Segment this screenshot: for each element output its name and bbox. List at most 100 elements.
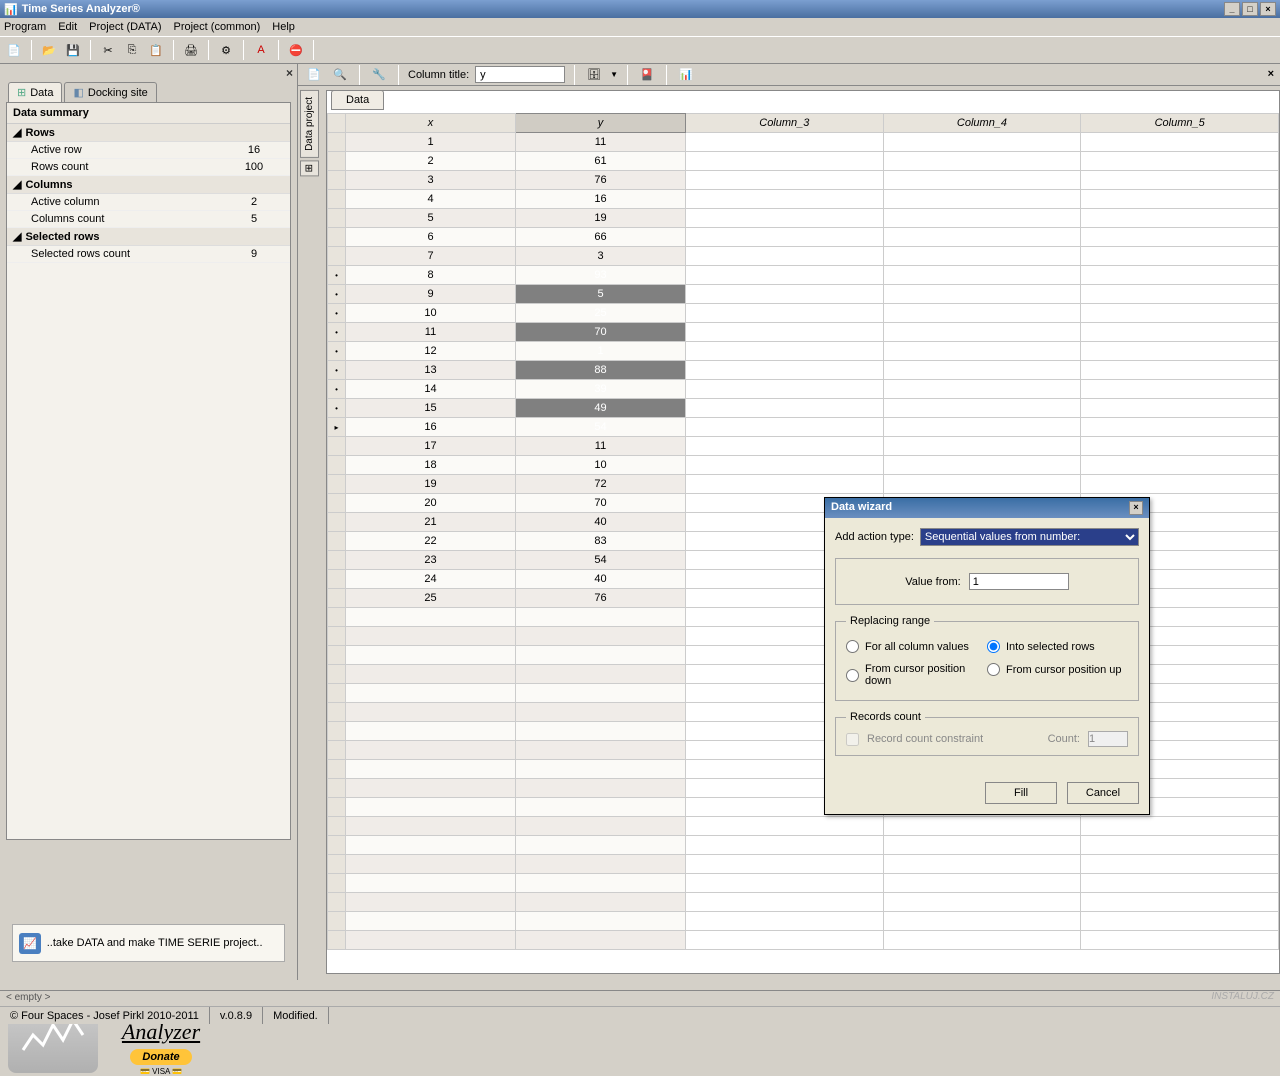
pdf-icon[interactable]: A [251,40,271,60]
table-row[interactable]: 1549 [328,399,1279,418]
maximize-button[interactable]: □ [1242,2,1258,16]
table-row[interactable]: 1972 [328,475,1279,494]
table-row[interactable]: 121 [328,342,1279,361]
wrench-icon[interactable]: 🔧 [369,65,389,85]
cancel-button[interactable]: Cancel [1067,782,1139,804]
expand-icon[interactable]: ◢ [13,230,21,243]
table-row[interactable]: 376 [328,171,1279,190]
table-row[interactable]: 1025 [328,304,1279,323]
vtab-grid[interactable]: ⊞ [300,160,319,176]
table-row[interactable]: 111 [328,133,1279,152]
range-radio[interactable] [987,663,1000,676]
app-icon: 📊 [4,3,18,16]
panel-close-icon[interactable]: × [286,66,293,80]
summary-row: Columns count5 [7,211,290,228]
action-type-label: Add action type: [835,531,914,543]
column-header[interactable]: Column_3 [686,114,884,133]
range-radio[interactable] [846,640,859,653]
paste-icon[interactable]: 📋 [146,40,166,60]
print-icon[interactable]: 🖨 [181,40,201,60]
range-legend: Replacing range [846,615,934,627]
tab-docking[interactable]: ◧ Docking site [64,82,156,102]
summary-row: Active row16 [7,142,290,159]
save-icon[interactable]: 💾 [63,40,83,60]
record-constraint-check [846,733,859,746]
records-legend: Records count [846,711,925,723]
table-row[interactable] [328,817,1279,836]
column-header[interactable]: y [516,114,686,133]
data-wizard-dialog: Data wizard × Add action type: Sequentia… [824,497,1150,815]
right-close-icon[interactable]: × [1268,68,1274,80]
count-input [1088,731,1128,747]
fill-button[interactable]: Fill [985,782,1057,804]
table-row[interactable] [328,836,1279,855]
table-row[interactable]: 1711 [328,437,1279,456]
column-title-input[interactable] [475,66,565,83]
table-row[interactable]: 73 [328,247,1279,266]
range-radio[interactable] [987,640,1000,653]
table-row[interactable] [328,931,1279,950]
column-header[interactable]: Column_4 [883,114,1081,133]
table-row[interactable] [328,893,1279,912]
column-title-label: Column title: [408,69,469,81]
table-row[interactable]: 95 [328,285,1279,304]
expand-icon[interactable]: ◢ [13,126,21,139]
range-radio[interactable] [846,669,859,682]
menu-program[interactable]: Program [4,21,46,33]
data-sheet-tab[interactable]: Data [331,90,384,110]
menu-help[interactable]: Help [272,21,295,33]
statusbar: < empty > © Four Spaces - Josef Pirkl 20… [0,990,1280,1024]
new-icon[interactable]: 📄 [4,40,24,60]
vtab-data-project[interactable]: Data project [300,90,319,158]
column-header[interactable]: Column_5 [1081,114,1279,133]
table-row[interactable]: 416 [328,190,1279,209]
table-row[interactable]: 666 [328,228,1279,247]
table-row[interactable]: 261 [328,152,1279,171]
close-button[interactable]: × [1260,2,1276,16]
expand-icon[interactable]: ◢ [13,178,21,191]
titlebar: 📊 Time Series Analyzer® _ □ × [0,0,1280,18]
stop-icon[interactable]: ⛔ [286,40,306,60]
column-header[interactable]: x [346,114,516,133]
record-constraint-label: Record count constraint [867,733,983,745]
tab-data[interactable]: ⊞ Data [8,82,62,102]
status-copyright: © Four Spaces - Josef Pirkl 2010-2011 [0,1007,210,1024]
status-empty: < empty > [0,991,1280,1007]
menu-edit[interactable]: Edit [58,21,77,33]
table-row[interactable]: 1388 [328,361,1279,380]
open-icon[interactable]: 📂 [39,40,59,60]
status-version: v.0.8.9 [210,1007,263,1024]
database-icon[interactable]: 🗄 [584,65,604,85]
left-panel: × ⊞ Data ◧ Docking site Data summary ◢Ro… [0,64,298,980]
minimize-button[interactable]: _ [1224,2,1240,16]
cards-icon[interactable]: 🎴 [637,65,657,85]
chart-tool-icon[interactable]: 📊 [676,65,696,85]
action-type-select[interactable]: Sequential values from number: [920,528,1139,546]
sub-toolbar: 📄 🔍 🔧 Column title: 🗄 ▼ 🎴 📊 [298,64,1280,86]
menu-project-data[interactable]: Project (DATA) [89,21,161,33]
table-row[interactable] [328,874,1279,893]
menu-project-common[interactable]: Project (common) [173,21,260,33]
table-row[interactable]: 1810 [328,456,1279,475]
table-row[interactable]: 893 [328,266,1279,285]
table-row[interactable]: 519 [328,209,1279,228]
dock-icon: ◧ [73,86,83,99]
dialog-title: Data wizard [831,501,892,515]
value-from-input[interactable] [969,573,1069,590]
gear-icon[interactable]: ⚙ [216,40,236,60]
dialog-close-icon[interactable]: × [1129,501,1143,515]
doc-icon[interactable]: 📄 [304,65,324,85]
panel-header: Data summary [7,103,290,124]
cut-icon[interactable]: ✂ [98,40,118,60]
summary-row: Selected rows count9 [7,246,290,263]
copy-icon[interactable]: ⎘ [122,40,142,60]
search-icon[interactable]: 🔍 [330,65,350,85]
table-row[interactable] [328,855,1279,874]
app-title: Time Series Analyzer® [22,3,140,15]
table-row[interactable]: 1654 [328,418,1279,437]
table-row[interactable] [328,912,1279,931]
table-row[interactable]: 1170 [328,323,1279,342]
donate-button[interactable]: Donate [130,1049,191,1065]
table-row[interactable]: 1439 [328,380,1279,399]
main-toolbar: 📄 📂 💾 ✂ ⎘ 📋 🖨 ⚙ A ⛔ [0,36,1280,64]
